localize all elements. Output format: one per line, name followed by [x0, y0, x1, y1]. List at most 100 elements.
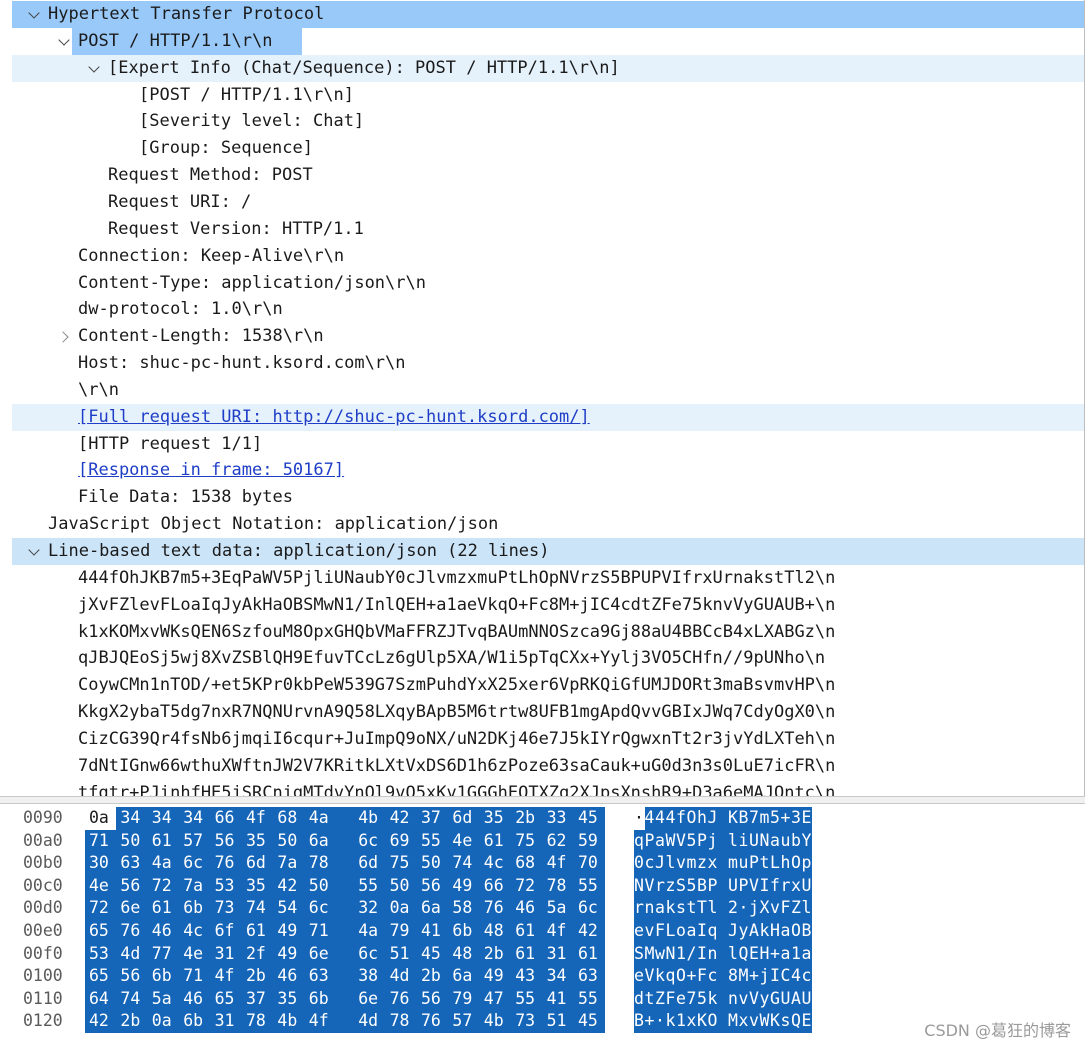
hex-bytes[interactable]: 64 74 5a 46 65 37 35 6b 6e 76 56 79 47 55 41 55: [85, 987, 606, 1011]
hex-row[interactable]: 00c0 4e 56 72 7a 53 35 42 50 55 50 56 49 66 72 78 55 N Vr z…: [0, 874, 1085, 898]
expand-arrow-icon[interactable]: [28, 538, 42, 565]
hex-byte[interactable]: 76: [385, 987, 417, 1011]
packet-bytes-pane[interactable]: 0090 0a 34 34 34 66 4f 68 4a 4b 42 37 6d 35 2b 33 45 · 4 4 4…: [0, 804, 1085, 1043]
ascii-char[interactable]: I: [759, 874, 770, 898]
hex-byte[interactable]: 53: [85, 942, 117, 966]
hex-byte[interactable]: 61: [147, 897, 180, 920]
tree-row[interactable]: [HTTP request 1/1]: [12, 431, 1084, 458]
tree-row[interactable]: Request Method: POST: [12, 162, 1084, 189]
ascii-char[interactable]: +: [780, 807, 791, 830]
tree-row[interactable]: [Group: Sequence]: [12, 135, 1084, 162]
hex-byte[interactable]: 2b: [116, 1010, 148, 1033]
ascii-char[interactable]: F: [665, 987, 676, 1011]
ascii-char[interactable]: t: [644, 987, 655, 1011]
ascii-char[interactable]: a: [770, 829, 781, 853]
ascii-char[interactable]: G: [770, 987, 781, 1011]
ascii-char[interactable]: V: [644, 874, 655, 898]
tree-row[interactable]: 7dNtIGnw66wthuXWftnJW2V7KRitkLXtVxDS6D1h…: [12, 753, 1084, 780]
ascii-char[interactable]: B: [634, 1010, 645, 1033]
hex-byte[interactable]: 77: [147, 942, 180, 966]
hex-bytes[interactable]: 65 56 6b 71 4f 2b 46 63 38 4d 2b 6a 49 43 34 63: [85, 965, 606, 988]
ascii-char[interactable]: o: [676, 920, 687, 943]
ascii-char[interactable]: N: [759, 829, 770, 853]
hex-byte[interactable]: 51: [542, 1010, 574, 1033]
hex-byte[interactable]: 78: [242, 1010, 274, 1033]
ascii-char[interactable]: M: [644, 942, 655, 966]
ascii-char[interactable]: b: [791, 829, 802, 853]
hex-ascii[interactable]: dtZFe75knvVyGUAU: [634, 987, 819, 1011]
hex-byte[interactable]: 61: [511, 920, 543, 943]
ascii-char[interactable]: l: [728, 829, 739, 853]
ascii-char[interactable]: f: [770, 874, 781, 898]
ascii-char[interactable]: /: [686, 942, 697, 966]
ascii-char[interactable]: t: [759, 852, 770, 875]
ascii-char[interactable]: 5: [686, 874, 697, 898]
hex-byte[interactable]: 4e: [179, 942, 211, 966]
hex-bytes[interactable]: 53 4d 77 4e 31 2f 49 6e 6c 51 45 48 2b 61 31 61: [85, 942, 606, 966]
tree-row[interactable]: CizCG39Qr4fsNb6jmqiI6cqur+JuImpQ9oNX/uN2…: [12, 726, 1084, 753]
hex-byte[interactable]: 61: [242, 920, 274, 943]
hex-byte[interactable]: 2b: [417, 965, 449, 988]
hex-byte[interactable]: 71: [179, 965, 211, 988]
ascii-char[interactable]: v: [749, 1010, 760, 1033]
ascii-char[interactable]: m: [728, 852, 739, 875]
ascii-char[interactable]: d: [634, 987, 645, 1011]
tree-row[interactable]: \r\n: [12, 377, 1084, 404]
hex-byte[interactable]: 59: [574, 829, 606, 853]
ascii-char[interactable]: a: [686, 920, 697, 943]
ascii-char[interactable]: 8: [728, 965, 739, 988]
hex-byte[interactable]: 0a: [85, 807, 116, 830]
ascii-char[interactable]: h: [780, 852, 791, 875]
ascii-char[interactable]: l: [728, 942, 739, 966]
hex-byte[interactable]: 46: [273, 965, 305, 988]
hex-byte[interactable]: 7a: [179, 874, 211, 898]
ascii-char[interactable]: i: [738, 829, 749, 853]
hex-byte[interactable]: 5a: [542, 897, 574, 920]
tree-row[interactable]: Request Version: HTTP/1.1: [12, 216, 1084, 243]
hex-byte[interactable]: 6c: [354, 829, 386, 853]
hex-bytes[interactable]: 4e 56 72 7a 53 35 42 50 55 50 56 49 66 72 78 55: [85, 874, 606, 898]
ascii-char[interactable]: x: [791, 874, 802, 898]
ascii-char[interactable]: a: [655, 829, 666, 853]
tree-row[interactable]: POST / HTTP/1.1\r\n: [12, 27, 1084, 55]
hex-byte[interactable]: 63: [304, 965, 355, 988]
ascii-char[interactable]: V: [749, 987, 760, 1011]
hex-byte[interactable]: 62: [542, 829, 574, 853]
ascii-char[interactable]: e: [634, 965, 645, 988]
ascii-char[interactable]: E: [749, 942, 760, 966]
hex-bytes[interactable]: 72 6e 61 6b 73 74 54 6c 32 0a 6a 58 76 46 5a 6c: [85, 897, 606, 920]
hex-byte[interactable]: 6e: [354, 987, 386, 1011]
tree-row[interactable]: [Response in frame: 50167]: [12, 457, 1084, 484]
ascii-char[interactable]: 5: [686, 829, 697, 853]
ascii-char[interactable]: 3: [791, 807, 802, 830]
ascii-char[interactable]: x: [686, 1010, 697, 1033]
hex-byte[interactable]: 46: [511, 897, 543, 920]
ascii-char[interactable]: P: [644, 829, 655, 853]
hex-ascii[interactable]: qPaWV5PjliUNaubY: [634, 829, 819, 853]
tree-row[interactable]: Content-Type: application/json\r\n: [12, 270, 1084, 297]
ascii-char[interactable]: 7: [686, 987, 697, 1011]
hex-bytes[interactable]: 65 76 46 4c 6f 61 49 71 4a 79 41 6b 48 61 4f 42: [85, 920, 606, 943]
hex-byte[interactable]: 34: [542, 965, 574, 988]
hex-byte[interactable]: 6d: [448, 807, 480, 830]
ascii-char[interactable]: +: [644, 1010, 655, 1033]
ascii-char[interactable]: t: [686, 897, 697, 920]
ascii-char[interactable]: l: [665, 852, 676, 875]
ascii-char[interactable]: k: [655, 965, 666, 988]
ascii-char[interactable]: J: [707, 807, 728, 830]
ascii-char[interactable]: E: [801, 1010, 812, 1033]
ascii-char[interactable]: l: [801, 897, 812, 920]
hex-byte[interactable]: 53: [210, 874, 242, 898]
hex-byte[interactable]: 71: [304, 920, 355, 943]
hex-byte[interactable]: 6b: [448, 920, 480, 943]
ascii-char[interactable]: e: [634, 920, 645, 943]
hex-ascii[interactable]: NVrzS5BPUPVIfrxU: [634, 874, 819, 898]
hex-row[interactable]: 00f0 53 4d 77 4e 31 2f 49 6e 6c 51 45 48 2b 61 31 61 S Mw N…: [0, 942, 1085, 966]
hex-byte[interactable]: 49: [273, 942, 305, 966]
hex-byte[interactable]: 56: [210, 829, 242, 853]
tree-row[interactable]: k1xKOMxvWKsQEN6SzfouM8OpxGHQbVMaFFRZJTvq…: [12, 619, 1084, 646]
ascii-char[interactable]: n: [707, 942, 728, 966]
ascii-char[interactable]: u: [738, 852, 749, 875]
hex-byte[interactable]: 34: [179, 807, 211, 830]
hex-ascii[interactable]: e Vk q O + Fc 8 M + j I C 4 c: [634, 965, 819, 988]
